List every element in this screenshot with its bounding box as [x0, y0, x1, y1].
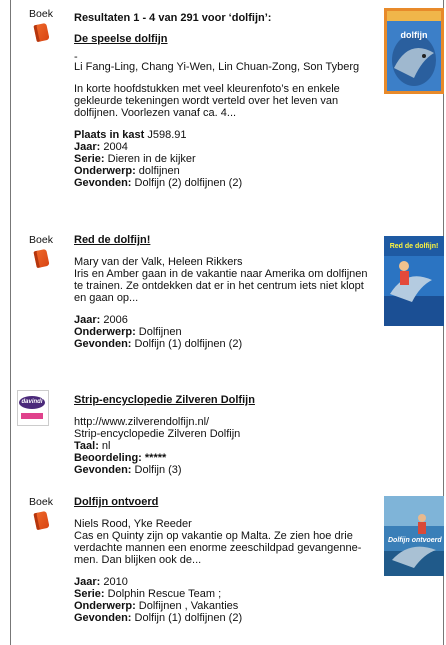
subject-label: Onderwerp: — [74, 326, 136, 338]
result-description: Cas en Quinty zijn op vakantie op Malta.… — [74, 530, 362, 566]
result-found: Gevonden: Dolfijn (3) — [74, 464, 374, 476]
result-type: Boek — [11, 494, 71, 531]
result-title-link[interactable]: Dolfijn ontvoerd — [74, 496, 374, 508]
type-label: Boek — [29, 8, 53, 20]
result-title-link[interactable]: Strip-encyclopedie Zilveren Dolfijn — [74, 394, 374, 406]
subject-value: dolfijnen — [138, 165, 180, 177]
cover-art: dolfijn — [384, 8, 444, 94]
book-icon — [32, 22, 50, 43]
found-label: Gevonden: — [74, 464, 132, 476]
result-content: Dolfijn ontvoerd Niels Rood, Yke Reeder … — [74, 496, 374, 624]
result-series: Serie: Dolphin Rescue Team ; — [74, 588, 374, 600]
series-value: Dolphin Rescue Team ; — [107, 588, 222, 600]
year-value: 2004 — [103, 141, 128, 153]
year-label: Jaar: — [74, 141, 101, 153]
result-url-link[interactable]: http://www.zilverendolfijn.nl/ — [74, 416, 374, 428]
shelf-label: Plaats in kast — [74, 129, 145, 141]
found-value: Dolfijn (1) dolfijnen (2) — [134, 612, 243, 624]
result-authors: Niels Rood, Yke Reeder — [74, 518, 192, 530]
website-logo: davindi — [17, 390, 49, 426]
results-panel: Boek Resultaten 1 - 4 van 291 voor ‘dolf… — [10, 0, 444, 645]
book-icon — [32, 248, 50, 269]
result-found: Gevonden: Dolfijn (2) dolfijnen (2) — [74, 177, 374, 189]
result-dash: - — [74, 51, 78, 63]
year-value: 2006 — [103, 314, 128, 326]
result-content: Resultaten 1 - 4 van 291 voor ‘dolfijn’:… — [74, 12, 374, 189]
book-cover-image[interactable]: Dolfijn ontvoerd — [384, 496, 444, 576]
result-subject: Onderwerp: Dolfijnen — [74, 326, 374, 338]
result-year: Jaar: 2006 — [74, 314, 374, 326]
result-description: In korte hoofdstukken met veel kleurenfo… — [74, 83, 340, 119]
cover-title: dolfijn — [401, 30, 428, 40]
results-heading: Resultaten 1 - 4 van 291 voor ‘dolfijn’: — [74, 12, 272, 24]
result-shelf: Plaats in kast J598.91 — [74, 129, 374, 141]
result-type: Boek — [11, 6, 71, 43]
cover-title: Dolfijn ontvoerd — [388, 537, 442, 544]
rating-value: ***** — [144, 452, 167, 464]
result-site-name: Strip-encyclopedie Zilveren Dolfijn — [74, 428, 241, 440]
shelf-value: J598.91 — [147, 129, 187, 141]
result-series: Serie: Dieren in de kijker — [74, 153, 374, 165]
cover-title: Red de dolfijn! — [390, 243, 439, 250]
result-year: Jaar: 2010 — [74, 576, 374, 588]
result-description: Iris en Amber gaan in de vakantie naar A… — [74, 268, 368, 304]
found-label: Gevonden: — [74, 612, 132, 624]
year-label: Jaar: — [74, 576, 101, 588]
cover-art: Red de dolfijn! — [384, 236, 444, 326]
subject-label: Onderwerp: — [74, 600, 136, 612]
result-title-link[interactable]: De speelse dolfijn — [74, 33, 374, 45]
cover-art: Dolfijn ontvoerd — [384, 496, 444, 576]
result-found: Gevonden: Dolfijn (1) dolfijnen (2) — [74, 612, 374, 624]
book-icon — [32, 510, 50, 531]
book-cover-image[interactable]: dolfijn — [384, 8, 444, 94]
result-lang: Taal: nl — [74, 440, 374, 452]
result-found: Gevonden: Dolfijn (1) dolfijnen (2) — [74, 338, 374, 350]
found-value: Dolfijn (1) dolfijnen (2) — [134, 338, 243, 350]
rating-label: Beoordeling: — [74, 452, 142, 464]
logo-stripe — [21, 413, 43, 419]
type-label: Boek — [29, 496, 53, 508]
lang-value: nl — [101, 440, 111, 452]
year-value: 2010 — [103, 576, 128, 588]
logo-text: davindi — [21, 399, 43, 405]
year-label: Jaar: — [74, 314, 101, 326]
result-subject: Onderwerp: Dolfijnen , Vakanties — [74, 600, 374, 612]
result-subject: Onderwerp: dolfijnen — [74, 165, 374, 177]
result-content: Strip-encyclopedie Zilveren Dolfijn http… — [74, 394, 374, 476]
type-label: Boek — [29, 234, 53, 246]
result-title-link[interactable]: Red de dolfijn! — [74, 234, 374, 246]
found-label: Gevonden: — [74, 338, 132, 350]
subject-label: Onderwerp: — [74, 165, 136, 177]
result-authors: Mary van der Valk, Heleen Rikkers — [74, 256, 243, 268]
found-label: Gevonden: — [74, 177, 132, 189]
subject-value: Dolfijnen , Vakanties — [138, 600, 239, 612]
result-authors: Li Fang-Ling, Chang Yi-Wen, Lin Chuan-Zo… — [74, 61, 360, 73]
subject-value: Dolfijnen — [138, 326, 182, 338]
series-value: Dieren in de kijker — [107, 153, 196, 165]
result-content: Red de dolfijn! Mary van der Valk, Helee… — [74, 234, 374, 350]
result-year: Jaar: 2004 — [74, 141, 374, 153]
book-cover-image[interactable]: Red de dolfijn! — [384, 236, 444, 326]
found-value: Dolfijn (3) — [134, 464, 182, 476]
series-label: Serie: — [74, 588, 105, 600]
result-rating: Beoordeling: ***** — [74, 452, 374, 464]
series-label: Serie: — [74, 153, 105, 165]
lang-label: Taal: — [74, 440, 99, 452]
found-value: Dolfijn (2) dolfijnen (2) — [134, 177, 243, 189]
result-type: Boek — [11, 232, 71, 269]
